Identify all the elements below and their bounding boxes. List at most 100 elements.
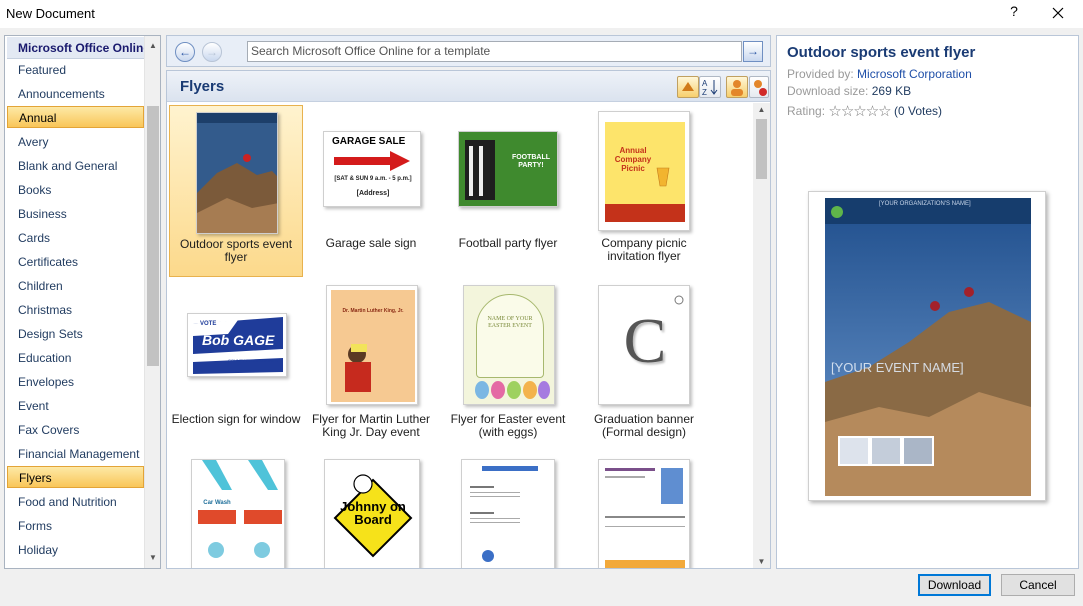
template-gallery: Flyers AZ Outdoor sports event flyer GAR…: [166, 70, 771, 569]
scroll-up-icon[interactable]: ▲: [145, 38, 160, 54]
window-title: New Document: [6, 6, 95, 21]
category-item[interactable]: Certificates: [7, 251, 144, 273]
category-item[interactable]: Forms: [7, 515, 144, 537]
template-tile[interactable]: Car Wash: [169, 453, 303, 568]
gallery-scrollbar[interactable]: ▲ ▼: [753, 103, 770, 568]
template-thumbnail: [196, 112, 278, 234]
category-item[interactable]: Books: [7, 179, 144, 201]
close-icon: [1052, 7, 1064, 19]
template-thumbnail: NAME OF YOUR EASTER EVENT: [463, 285, 555, 405]
template-thumbnail: VOTE Bob GAGE COUNTY COMMISSIONER: [187, 313, 287, 377]
provided-by-label: Provided by:: [787, 67, 854, 81]
preview-title: Outdoor sports event flyer: [787, 44, 976, 61]
category-item[interactable]: Design Sets: [7, 323, 144, 345]
template-thumbnail: [598, 459, 690, 568]
template-thumbnail: Johnny on Board: [324, 459, 420, 568]
sort-descending-icon[interactable]: AZ: [699, 76, 721, 98]
forward-button[interactable]: →: [202, 42, 222, 62]
template-thumbnail: FOOTBALL PARTY!: [458, 131, 558, 207]
scroll-up-icon[interactable]: ▲: [753, 105, 770, 114]
category-item[interactable]: Business: [7, 203, 144, 225]
category-item[interactable]: Annual: [7, 106, 144, 128]
provided-by-row: Provided by: Microsoft Corporation: [787, 67, 972, 81]
template-thumbnail: C: [598, 285, 690, 405]
category-header[interactable]: Microsoft Office Online: [7, 37, 150, 59]
rating-stars-icon[interactable]: ☆☆☆☆☆: [828, 102, 891, 120]
user-remove-icon[interactable]: [749, 76, 769, 98]
scroll-thumb[interactable]: [756, 119, 767, 179]
template-tile[interactable]: Dr. Martin Luther King, Jr. Flyer for Ma…: [304, 281, 438, 453]
category-item[interactable]: Children: [7, 275, 144, 297]
back-button[interactable]: ←: [175, 42, 195, 62]
search-go-button[interactable]: →: [743, 41, 763, 62]
template-thumbnail: GARAGE SALE [SAT & SUN 9 a.m. - 5 p.m.] …: [323, 131, 421, 207]
template-tile[interactable]: FOOTBALL PARTY! Football party flyer: [441, 105, 575, 277]
category-item[interactable]: Holiday: [7, 539, 144, 561]
template-label: Flyer for Martin Luther King Jr. Day eve…: [311, 412, 431, 439]
category-item[interactable]: Food and Nutrition: [7, 491, 144, 513]
gallery-header: Flyers AZ: [167, 71, 770, 102]
template-thumbnail: Car Wash: [191, 459, 285, 568]
category-item[interactable]: Featured: [7, 59, 144, 81]
template-label: Football party flyer: [458, 236, 558, 250]
template-tile[interactable]: NAME OF YOUR EASTER EVENT Flyer for East…: [441, 281, 575, 453]
category-scrollbar[interactable]: ▲ ▼: [144, 36, 160, 568]
template-thumbnail: Dr. Martin Luther King, Jr.: [326, 285, 418, 405]
rating-label: Rating:: [787, 104, 826, 118]
category-item[interactable]: Blank and General: [7, 155, 144, 177]
download-size-label: Download size:: [787, 84, 869, 98]
template-label: Garage sale sign: [325, 236, 417, 250]
category-item[interactable]: Event: [7, 395, 144, 417]
category-item-flyers[interactable]: Flyers: [7, 466, 144, 488]
category-item[interactable]: Envelopes: [7, 371, 144, 393]
arrow-right-icon: →: [747, 44, 759, 58]
svg-text:A: A: [702, 79, 708, 88]
provided-by-value: Microsoft Corporation: [857, 67, 972, 81]
gallery-title: Flyers: [180, 78, 225, 95]
download-size-value: 269 KB: [871, 84, 912, 98]
sort-by-name-icon[interactable]: [677, 76, 699, 98]
category-list: Microsoft Office Online Featured Announc…: [4, 35, 161, 569]
scroll-down-icon[interactable]: ▼: [145, 550, 160, 566]
votes-count: (0 Votes): [893, 104, 942, 118]
template-label: Outdoor sports event flyer: [179, 237, 293, 264]
cancel-button[interactable]: Cancel: [1001, 574, 1075, 596]
category-item[interactable]: Avery: [7, 131, 144, 153]
template-label: Graduation banner (Formal design): [593, 412, 695, 439]
scroll-down-icon[interactable]: ▼: [753, 557, 770, 566]
template-tile[interactable]: [577, 453, 711, 568]
template-tile[interactable]: Outdoor sports event flyer: [169, 105, 303, 277]
download-size-row: Download size: 269 KB: [787, 84, 911, 98]
scroll-thumb[interactable]: [147, 106, 159, 366]
search-input[interactable]: Search Microsoft Office Online for a tem…: [247, 41, 742, 62]
template-tile[interactable]: C Graduation banner (Formal design): [577, 281, 711, 453]
template-thumbnail: [461, 459, 555, 568]
template-label: Flyer for Easter event (with eggs): [450, 412, 566, 439]
template-thumbnail: Annual Company Picnic: [598, 111, 690, 231]
category-item[interactable]: Christmas: [7, 299, 144, 321]
svg-text:Z: Z: [702, 88, 707, 97]
category-item[interactable]: Announcements: [7, 83, 144, 105]
user-icon[interactable]: [726, 76, 748, 98]
template-tile[interactable]: [441, 453, 575, 568]
title-bar: New Document ?: [0, 0, 1083, 28]
rating-row: Rating: ☆☆☆☆☆ (0 Votes): [787, 102, 942, 120]
download-button[interactable]: Download: [918, 574, 991, 596]
preview-image: [YOUR ORGANIZATION'S NAME] [YOUR EVENT N…: [808, 191, 1046, 501]
help-button[interactable]: ?: [1006, 3, 1022, 23]
preview-event-text: [YOUR EVENT NAME]: [831, 360, 964, 375]
template-label: Company picnic invitation flyer: [601, 236, 687, 263]
template-tile[interactable]: Johnny on Board: [304, 453, 438, 568]
category-item[interactable]: Cards: [7, 227, 144, 249]
arrow-left-icon: ←: [179, 45, 191, 59]
template-tile[interactable]: Annual Company Picnic Company picnic inv…: [577, 105, 711, 277]
preview-org-text: [YOUR ORGANIZATION'S NAME]: [879, 201, 971, 207]
category-item[interactable]: Education: [7, 347, 144, 369]
category-item[interactable]: Fax Covers: [7, 419, 144, 441]
category-item[interactable]: Financial Management: [7, 443, 144, 465]
template-tile[interactable]: VOTE Bob GAGE COUNTY COMMISSIONER Electi…: [169, 281, 303, 453]
template-tile[interactable]: GARAGE SALE [SAT & SUN 9 a.m. - 5 p.m.] …: [304, 105, 438, 277]
template-label: Election sign for window: [171, 412, 301, 426]
close-button[interactable]: [1047, 2, 1069, 24]
search-bar: ← → Search Microsoft Office Online for a…: [166, 35, 771, 67]
